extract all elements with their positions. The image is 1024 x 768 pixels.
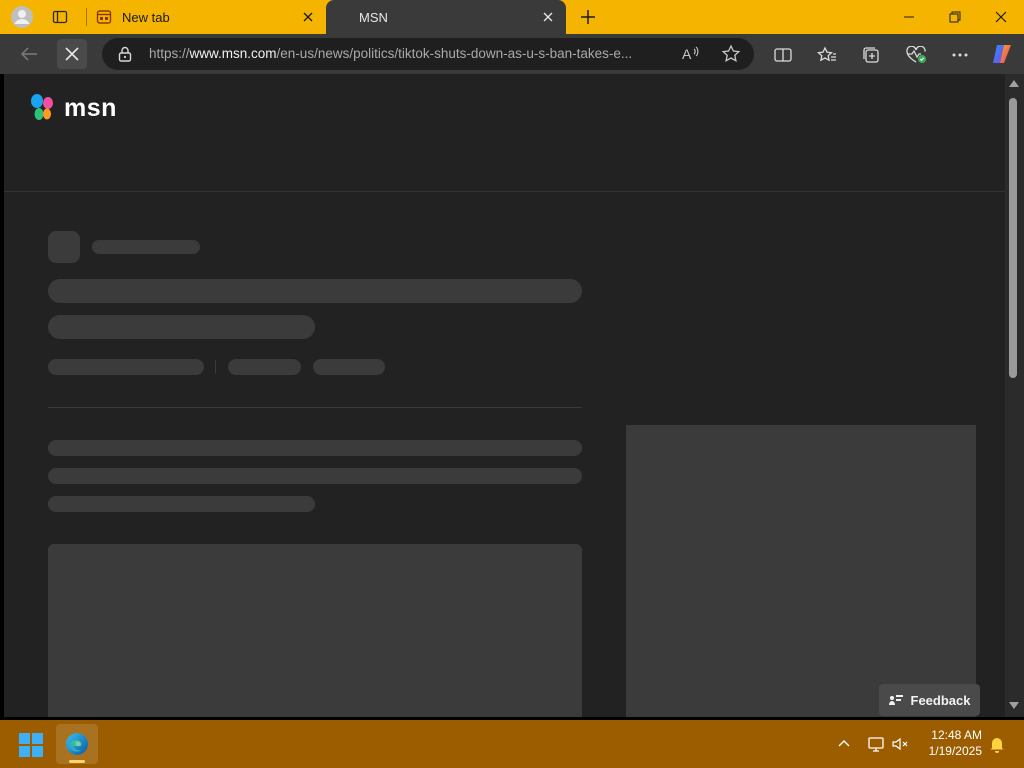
browser-toolbar: https://www.msn.com/en-us/news/politics/… [0,34,1024,74]
article-divider [48,407,582,408]
minimize-icon [904,16,914,18]
feedback-button[interactable]: Feedback [879,684,980,716]
tab-title: MSN [359,9,388,25]
running-indicator [69,760,85,763]
plus-icon [581,10,595,24]
copilot-button[interactable] [988,40,1016,68]
network-icon [868,737,884,752]
taskbar-edge-button[interactable] [56,724,98,764]
restore-icon [949,11,961,23]
taskbar: 12:48 AM 1/19/2025 [0,720,1024,768]
start-button[interactable] [18,732,44,758]
scroll-up-arrow-icon[interactable] [1009,80,1019,87]
read-aloud-icon[interactable]: A [680,43,702,65]
star-icon[interactable] [720,43,742,65]
tab-close-button[interactable] [536,5,560,29]
clock-date: 1/19/2025 [928,744,982,758]
tab-close-button[interactable] [296,5,320,29]
profile-button[interactable] [8,4,36,30]
skeleton-meta [48,359,204,375]
close-icon [543,12,553,22]
page-scrollbar[interactable] [1005,74,1024,717]
msn-butterfly-icon [31,94,53,120]
scrollbar-thumb[interactable] [1009,98,1017,378]
feedback-label: Feedback [910,692,971,708]
back-button[interactable] [14,39,44,69]
volume-muted-icon [892,737,908,751]
favorites-button[interactable] [814,42,840,68]
restore-button[interactable] [936,4,974,30]
copilot-icon [993,45,1011,63]
tab-actions-icon [52,10,68,24]
more-icon [952,53,968,57]
chevron-up-icon [838,740,850,747]
volume-button[interactable] [890,734,910,754]
more-button[interactable] [946,42,974,68]
tab-actions-button[interactable] [48,5,72,29]
collections-icon [863,47,879,63]
skeleton-body-line [48,468,582,484]
tab-msn[interactable]: MSN [326,0,566,34]
feedback-icon [888,695,903,705]
windows-logo-icon [19,733,43,757]
skeleton-body-line [48,496,315,512]
taskbar-clock[interactable]: 12:48 AM 1/19/2025 [912,727,982,759]
skeleton-headline-line [48,315,315,339]
network-button[interactable] [866,734,886,754]
meta-separator [215,360,216,374]
svg-text:A: A [682,46,692,62]
stop-loading-icon [65,47,79,61]
page-content: msn [4,74,1005,717]
skeleton-meta [313,359,385,375]
url-host: www.msn.com [189,46,277,61]
heart-pulse-icon [906,46,926,63]
stop-loading-button[interactable] [57,39,87,69]
msn-logo[interactable]: msn [28,90,117,126]
skeleton-side-card [626,425,976,717]
profile-icon [11,6,33,28]
split-screen-icon [774,48,792,62]
close-window-button[interactable] [982,4,1020,30]
browser-essentials-button[interactable] [902,42,930,68]
notifications-button[interactable] [987,734,1007,754]
scroll-down-arrow-icon[interactable] [1009,702,1019,709]
skeleton-article-image [48,544,582,717]
title-bar: New tab MSN [0,0,1024,34]
clock-time: 12:48 AM [931,728,982,742]
skeleton-author-name [92,240,200,254]
lock-icon[interactable] [116,45,134,63]
header-divider [4,191,1005,192]
bell-icon [990,738,1004,753]
new-tab-button[interactable] [574,4,602,30]
show-hidden-icons-button[interactable] [834,734,854,754]
edge-icon [66,733,88,755]
address-bar[interactable]: https://www.msn.com/en-us/news/politics/… [102,38,754,70]
close-icon [303,12,313,22]
minimize-button[interactable] [890,4,928,30]
favorites-icon [817,46,836,62]
skeleton-headline-line [48,279,582,303]
tab-new-tab[interactable]: New tab [86,0,326,34]
skeleton-meta [228,359,301,375]
split-screen-button[interactable] [770,42,796,68]
skeleton-body-line [48,440,582,456]
skeleton-author-avatar [48,231,80,263]
collections-button[interactable] [858,42,884,68]
tab-title: New tab [122,9,170,25]
msn-wordmark: msn [64,93,117,122]
url-prefix: https:// [149,46,190,61]
back-arrow-icon [20,47,37,61]
close-icon [995,11,1007,23]
url-text[interactable]: https://www.msn.com/en-us/news/politics/… [149,46,669,61]
url-path: /en-us/news/politics/tiktok-shuts-down-a… [276,46,633,61]
new-tab-page-icon [96,10,112,24]
